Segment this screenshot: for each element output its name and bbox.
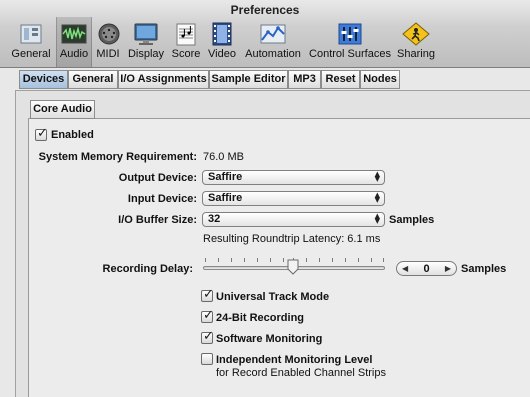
- enabled-label: Enabled: [51, 129, 94, 141]
- automation-icon: [258, 22, 288, 46]
- popup-arrows-icon: ▲ ▼: [374, 170, 380, 183]
- popup-arrows-icon: ▲ ▼: [374, 191, 380, 204]
- toolbar-score-label: Score: [171, 48, 201, 60]
- toolbar-midi[interactable]: MIDI: [94, 22, 122, 66]
- toolbar-general[interactable]: General: [10, 22, 52, 66]
- independent-monitoring-checkbox[interactable]: [201, 353, 213, 365]
- toolbar-control-surfaces-label: Control Surfaces: [309, 48, 391, 60]
- software-monitoring-label: Software Monitoring: [216, 333, 323, 345]
- output-device-label: Output Device:: [118, 172, 197, 184]
- universal-track-mode-checkbox[interactable]: [201, 287, 214, 302]
- toolbar-video-label: Video: [208, 48, 236, 60]
- audio-icon: [59, 22, 89, 46]
- toolbar-audio-label: Audio: [59, 48, 89, 60]
- toolbar-automation-label: Automation: [245, 48, 301, 60]
- tab-io-assignments[interactable]: I/O Assignments: [118, 70, 209, 89]
- independent-monitoring-label: Independent Monitoring Level: [216, 354, 373, 366]
- display-icon: [131, 22, 161, 46]
- software-monitoring-checkbox[interactable]: [201, 329, 214, 344]
- toolbar-display-label: Display: [127, 48, 165, 60]
- recording-delay-stepper[interactable]: ◀ 0 ▶: [396, 261, 457, 276]
- sharing-icon: [401, 22, 431, 46]
- toolbar-midi-label: MIDI: [96, 48, 120, 60]
- toolbar-automation[interactable]: Automation: [243, 22, 303, 66]
- score-icon: [171, 22, 201, 46]
- window-title: Preferences: [230, 3, 300, 17]
- input-device-value: Saffire: [208, 192, 243, 204]
- general-icon: [16, 22, 46, 46]
- output-device-popup[interactable]: Saffire ▲ ▼: [202, 170, 385, 185]
- recording-delay-unit: Samples: [461, 263, 507, 275]
- output-device-value: Saffire: [208, 171, 243, 183]
- memory-value: 76.0 MB: [203, 151, 244, 163]
- tab-core-audio[interactable]: Core Audio: [30, 100, 95, 119]
- increment-arrow-icon[interactable]: ▶: [445, 264, 451, 273]
- toolbar-audio[interactable]: Audio: [56, 17, 92, 67]
- 24bit-recording-label: 24-Bit Recording: [216, 312, 305, 324]
- title-bar: Preferences General Audio MIDI Display S…: [0, 0, 530, 68]
- recording-delay-label: Recording Delay:: [102, 263, 193, 275]
- tab-reset[interactable]: Reset: [321, 70, 360, 89]
- input-device-popup[interactable]: Saffire ▲ ▼: [202, 191, 385, 206]
- toolbar-sharing-label: Sharing: [397, 48, 435, 60]
- buffer-size-label: I/O Buffer Size:: [118, 214, 197, 226]
- memory-label: System Memory Requirement:: [38, 151, 197, 163]
- enabled-checkbox[interactable]: [35, 126, 48, 141]
- tab-mp3[interactable]: MP3: [288, 70, 321, 89]
- universal-track-mode-label: Universal Track Mode: [216, 291, 330, 303]
- recording-delay-slider-thumb[interactable]: [287, 259, 299, 275]
- midi-icon: [94, 22, 124, 46]
- control-surfaces-icon: [335, 22, 365, 46]
- toolbar-control-surfaces[interactable]: Control Surfaces: [309, 22, 391, 66]
- toolbar-sharing[interactable]: Sharing: [396, 22, 436, 66]
- toolbar-general-label: General: [11, 48, 51, 60]
- video-icon: [207, 22, 237, 46]
- buffer-size-value: 32: [208, 213, 221, 225]
- popup-arrows-icon: ▲ ▼: [374, 212, 380, 225]
- buffer-size-popup[interactable]: 32 ▲ ▼: [202, 212, 385, 227]
- toolbar-video[interactable]: Video: [206, 22, 238, 66]
- tab-sample-editor[interactable]: Sample Editor: [209, 70, 288, 89]
- independent-monitoring-sublabel: for Record Enabled Channel Strips: [216, 367, 386, 379]
- tab-general[interactable]: General: [68, 70, 118, 89]
- tab-nodes[interactable]: Nodes: [360, 70, 400, 89]
- tab-devices[interactable]: Devices: [19, 70, 68, 89]
- buffer-size-unit: Samples: [389, 214, 435, 226]
- input-device-label: Input Device:: [127, 193, 197, 205]
- 24bit-recording-checkbox[interactable]: [201, 308, 214, 323]
- preferences-window: Preferences General Audio MIDI Display S…: [0, 0, 530, 397]
- toolbar-display[interactable]: Display: [126, 22, 166, 66]
- roundtrip-latency: Resulting Roundtrip Latency: 6.1 ms: [203, 233, 381, 245]
- toolbar-score[interactable]: Score: [171, 22, 201, 66]
